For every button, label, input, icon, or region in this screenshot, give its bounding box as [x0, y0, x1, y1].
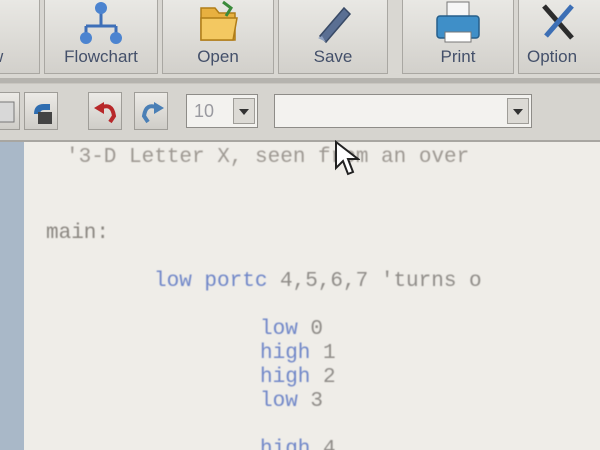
options-button-label: Option [527, 47, 578, 66]
font-name-dropdown-button[interactable] [507, 98, 529, 124]
code-line: low 0 [260, 318, 323, 341]
flowchart-button[interactable]: Flowchart [44, 0, 158, 74]
print-button-label: Print [440, 47, 476, 66]
code-line: high 4 [260, 438, 336, 450]
code-line: low portc 4,5,6,7 'turns o [154, 270, 482, 293]
code-args: 2 [310, 366, 336, 389]
code-line: low 3 [260, 390, 323, 413]
code-line-comment: '3-D Letter X, seen from an over [66, 146, 470, 169]
open-button-label: Open [197, 47, 239, 66]
chevron-down-icon [239, 109, 249, 115]
toolbar-divider [0, 78, 600, 83]
code-args: 1 [310, 342, 336, 365]
open-button[interactable]: Open [162, 0, 274, 74]
code-keyword: high [260, 366, 311, 389]
options-button[interactable]: Option [518, 0, 600, 74]
new-button-label: w [0, 47, 39, 67]
print-button[interactable]: Print [402, 0, 514, 74]
code-args: 4 [310, 438, 336, 450]
code-editor[interactable]: '3-D Letter X, seen from an over main: l… [24, 142, 600, 450]
font-name-select[interactable] [274, 94, 532, 128]
flowchart-icon [80, 2, 122, 44]
code-args: 0 [297, 318, 324, 341]
code-keyword: low [260, 318, 298, 341]
undo-button[interactable] [88, 92, 122, 130]
undo-icon [94, 102, 117, 124]
save-icon [318, 6, 352, 44]
tools-icon [542, 4, 574, 40]
redo-icon [141, 102, 164, 124]
code-args: 3 [297, 390, 324, 413]
format-toolbar: 10 [0, 84, 600, 142]
code-line: high 1 [260, 342, 336, 365]
save-button-label: Save [313, 47, 353, 66]
code-keyword: high [260, 438, 311, 450]
paste-button[interactable] [0, 92, 20, 130]
redo-button[interactable] [134, 92, 168, 130]
code-args: 4,5,6,7 'turns o [267, 270, 482, 293]
copy-button[interactable] [24, 92, 58, 130]
code-keyword: low portc [154, 270, 268, 293]
printer-icon [436, 1, 480, 43]
code-line: high 2 [260, 366, 336, 389]
font-size-select[interactable]: 10 [186, 94, 258, 128]
copy-icon [34, 104, 52, 124]
new-button[interactable]: w [0, 0, 40, 74]
code-line-label: main: [46, 222, 110, 245]
main-toolbar: w Flowchart Open Save [0, 0, 600, 82]
folder-icon [200, 0, 238, 41]
code-keyword: high [260, 342, 311, 365]
font-size-dropdown-button[interactable] [233, 98, 255, 124]
code-keyword: low [260, 390, 298, 413]
font-size-value: 10 [194, 101, 215, 121]
editor-gutter [0, 142, 24, 450]
chevron-down-icon [513, 109, 523, 115]
save-button[interactable]: Save [278, 0, 388, 74]
paste-icon [0, 101, 15, 123]
mouse-cursor-icon [335, 140, 360, 176]
flowchart-button-label: Flowchart [64, 47, 138, 66]
